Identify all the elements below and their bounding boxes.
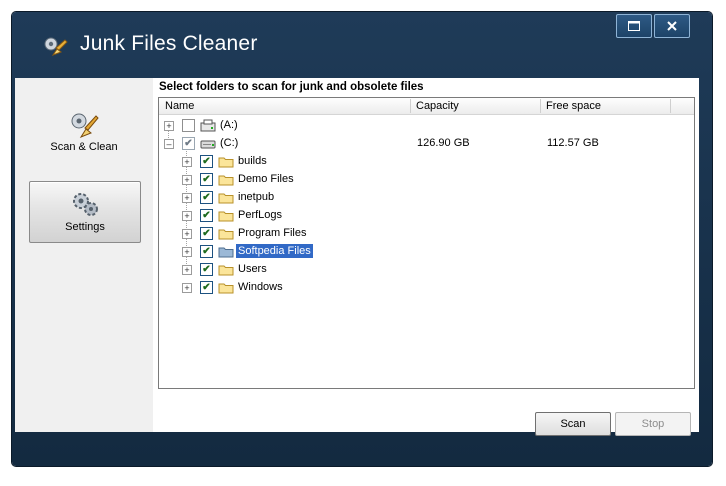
column-divider[interactable] (410, 99, 411, 113)
tree-row-folder[interactable]: + ✔ Program Files (159, 225, 694, 243)
tree-row-folder[interactable]: + ✔ Windows (159, 279, 694, 297)
tree-checkbox[interactable]: ✔ (200, 263, 213, 276)
tree-label: (A:) (220, 119, 238, 131)
capacity-value: 126.90 GB (417, 137, 470, 149)
expand-toggle[interactable]: + (182, 193, 192, 203)
sidebar-item-settings[interactable]: Settings (29, 181, 141, 243)
tree-label: Windows (238, 281, 283, 293)
stop-button[interactable]: Stop (615, 412, 691, 436)
tree-checkbox[interactable]: ✔ (200, 281, 213, 294)
folder-icon (218, 175, 234, 186)
folder-icon (218, 229, 234, 240)
tree-row-folder[interactable]: + ✔ Demo Files (159, 171, 694, 189)
tree-checkbox[interactable]: ✔ (200, 191, 213, 204)
tree-checkbox[interactable]: ✔ (200, 155, 213, 168)
tree-label: Users (238, 263, 267, 275)
tree-header: Name Capacity Free space (159, 98, 694, 115)
page-title: Select folders to scan for junk and obso… (159, 81, 424, 93)
folder-icon (218, 247, 234, 258)
tree-checkbox[interactable]: ✔ (200, 245, 213, 258)
window-title: Junk Files Cleaner (80, 32, 258, 55)
maximize-button[interactable] (616, 14, 652, 38)
tree-label: Demo Files (238, 173, 294, 185)
tree-checkbox[interactable] (182, 119, 195, 132)
folder-tree[interactable]: Name Capacity Free space + (A:) – ✔ (C:)… (158, 97, 695, 389)
tree-row-folder[interactable]: + ✔ inetpub (159, 189, 694, 207)
sidebar: Scan & Clean Settings (15, 78, 153, 432)
tree-label: Program Files (238, 227, 307, 239)
column-free-space[interactable]: Free space (546, 100, 601, 112)
sidebar-item-label: Scan & Clean (50, 141, 118, 153)
tree-checkbox[interactable]: ✔ (200, 173, 213, 186)
main-panel: Select folders to scan for junk and obso… (153, 78, 699, 436)
folder-icon (218, 211, 234, 222)
expand-toggle[interactable]: + (182, 229, 192, 239)
expand-toggle[interactable]: + (182, 283, 192, 293)
hard-drive-icon (200, 140, 216, 149)
folder-icon (218, 283, 234, 294)
sidebar-item-label: Settings (65, 221, 105, 233)
close-button[interactable] (654, 14, 690, 38)
tree-label: (C:) (220, 137, 239, 149)
client-area: Scan & Clean Settings Select folders to … (15, 78, 699, 436)
title-bar: Junk Files Cleaner (12, 12, 712, 74)
tree-row-drive-a[interactable]: + (A:) (159, 117, 694, 135)
expand-toggle[interactable]: + (182, 211, 192, 221)
tree-row-folder[interactable]: + ✔ Users (159, 261, 694, 279)
column-name[interactable]: Name (165, 100, 194, 112)
free-space-value: 112.57 GB (547, 137, 599, 149)
column-divider[interactable] (540, 99, 541, 113)
expand-toggle[interactable]: + (164, 121, 174, 131)
gears-icon (73, 193, 98, 216)
folder-icon (218, 193, 234, 204)
tree-label: inetpub (238, 191, 275, 203)
tree-label: builds (238, 155, 267, 167)
broom-icon (71, 113, 99, 138)
expand-toggle[interactable]: + (182, 157, 192, 167)
tree-row-folder-selected[interactable]: + ✔ Softpedia Files (159, 243, 694, 261)
floppy-drive-icon (200, 119, 216, 132)
tree-checkbox[interactable]: ✔ (200, 209, 213, 222)
scan-button[interactable]: Scan (535, 412, 611, 436)
tree-row-folder[interactable]: + ✔ PerfLogs (159, 207, 694, 225)
tree-label: PerfLogs (238, 209, 283, 221)
tree-row-folder[interactable]: + ✔ builds (159, 153, 694, 171)
tree-checkbox[interactable]: ✔ (200, 227, 213, 240)
collapse-toggle[interactable]: – (164, 139, 174, 149)
tree-checkbox[interactable]: ✔ (182, 137, 195, 150)
tree-label: Softpedia Files (236, 244, 313, 258)
sidebar-item-scan-clean[interactable]: Scan & Clean (29, 98, 139, 156)
column-capacity[interactable]: Capacity (416, 100, 459, 112)
folder-icon (218, 157, 234, 168)
column-divider[interactable] (670, 99, 671, 113)
expand-toggle[interactable]: + (182, 247, 192, 257)
expand-toggle[interactable]: + (182, 175, 192, 185)
tree-row-drive-c[interactable]: – ✔ (C:) 126.90 GB 112.57 GB (159, 135, 694, 153)
close-icon (667, 21, 677, 31)
folder-icon (218, 265, 234, 276)
expand-toggle[interactable]: + (182, 265, 192, 275)
maximize-icon (628, 21, 640, 31)
app-logo-icon (44, 37, 68, 56)
app-window: Junk Files Cleaner Scan & Clean Settings… (12, 12, 712, 466)
